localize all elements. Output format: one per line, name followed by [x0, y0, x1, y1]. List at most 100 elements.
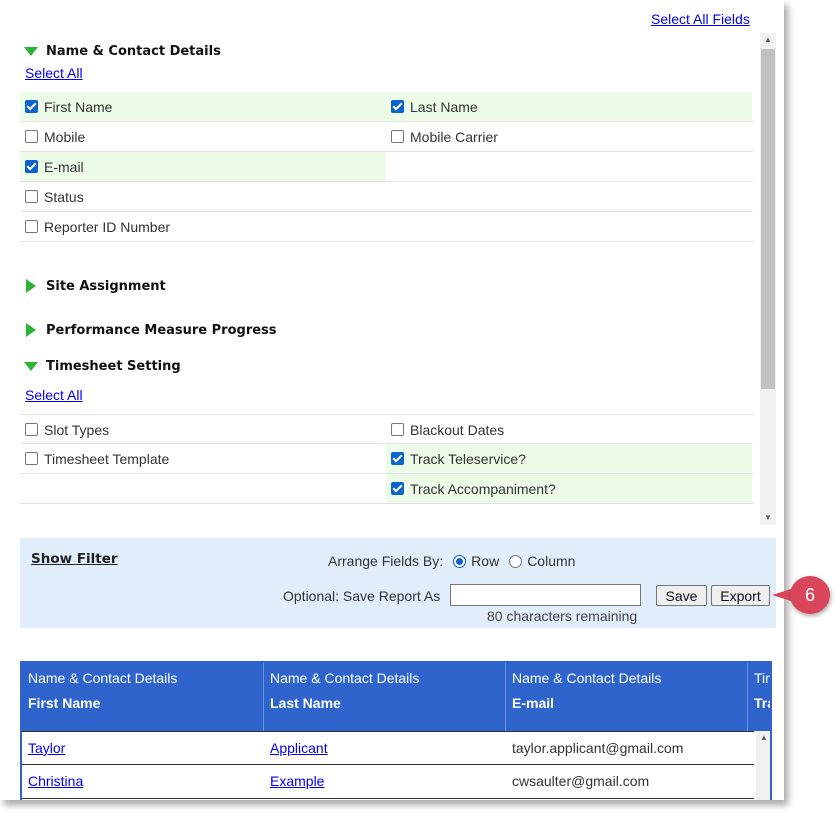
- field-mobile[interactable]: Mobile: [20, 122, 386, 151]
- section-title: Name & Contact Details: [46, 43, 221, 59]
- arrange-label: Arrange Fields By:: [328, 553, 444, 569]
- filter-bar: Show Filter Arrange Fields By: Row Colum…: [20, 538, 776, 628]
- last-name-link[interactable]: Example: [270, 773, 324, 789]
- field-row: Slot Types Blackout Dates: [20, 414, 753, 444]
- step-callout-badge: 6: [790, 576, 830, 614]
- column-header: Name & Contact Details E-mail: [506, 663, 748, 731]
- column-group: Name & Contact Details: [512, 670, 662, 686]
- table-cell: Christina: [22, 765, 264, 798]
- scrollbar-thumb[interactable]: [761, 49, 775, 389]
- checkbox-icon[interactable]: [391, 423, 404, 436]
- field-label: Track Teleservice?: [410, 450, 526, 467]
- field-label: First Name: [44, 98, 113, 115]
- field-label: Blackout Dates: [410, 421, 505, 438]
- column-header: Name & Contact Details Last Name: [264, 663, 506, 731]
- field-label: Track Accompaniment?: [410, 480, 556, 497]
- column-field: Tra: [754, 695, 770, 711]
- field-label: Mobile Carrier: [410, 128, 498, 145]
- collapse-triangle-icon: [24, 361, 40, 371]
- scroll-up-arrow-icon[interactable]: ▲: [760, 33, 776, 47]
- table-header: Name & Contact Details First Name Name &…: [22, 663, 770, 731]
- fields-area: Name & Contact Details Select All First …: [0, 30, 760, 526]
- checkbox-checked-icon[interactable]: [25, 160, 38, 173]
- checkbox-icon[interactable]: [25, 190, 38, 203]
- field-label: Reporter ID Number: [44, 218, 171, 235]
- field-track-teleservice[interactable]: Track Teleservice?: [386, 444, 752, 473]
- scroll-up-arrow-icon[interactable]: ▲: [756, 731, 770, 745]
- first-name-link[interactable]: Taylor: [28, 740, 65, 756]
- field-status[interactable]: Status: [20, 182, 386, 211]
- field-label: E-mail: [44, 158, 84, 175]
- checkbox-icon[interactable]: [25, 220, 38, 233]
- report-builder-panel: Select All Fields Name & Contact Details…: [0, 0, 784, 800]
- section-header-timesheet[interactable]: Timesheet Setting: [24, 356, 181, 376]
- select-all-name-contact-link[interactable]: Select All: [25, 65, 83, 81]
- column-group: Name & Contact Details: [28, 670, 178, 686]
- save-report-input[interactable]: [450, 584, 641, 606]
- save-report-label: Optional: Save Report As: [283, 588, 441, 604]
- field-row: Reporter ID Number: [20, 212, 753, 242]
- radio-column-label[interactable]: Column: [527, 553, 575, 569]
- section-title: Timesheet Setting: [46, 358, 181, 374]
- table-cell: taylor.applicant@gmail.com: [512, 740, 684, 756]
- field-mobile-carrier[interactable]: Mobile Carrier: [386, 122, 752, 151]
- checkbox-checked-icon[interactable]: [391, 100, 404, 113]
- section-header-performance[interactable]: Performance Measure Progress: [24, 320, 277, 340]
- checkbox-checked-icon[interactable]: [25, 100, 38, 113]
- field-row: Mobile Mobile Carrier: [20, 122, 753, 152]
- checkbox-icon[interactable]: [25, 130, 38, 143]
- show-filter-link[interactable]: Show Filter: [31, 551, 118, 567]
- results-table: Name & Contact Details First Name Name &…: [20, 661, 772, 800]
- table-cell: Example: [264, 765, 506, 798]
- save-button[interactable]: Save: [656, 585, 707, 606]
- field-label: Slot Types: [44, 421, 110, 438]
- radio-row-selected[interactable]: [453, 554, 467, 568]
- expand-triangle-icon: [24, 323, 40, 337]
- field-row: E-mail: [20, 152, 753, 182]
- select-all-timesheet-link[interactable]: Select All: [25, 387, 83, 403]
- column-field: Last Name: [270, 695, 341, 711]
- field-label: Mobile: [44, 128, 86, 145]
- characters-remaining: 80 characters remaining: [487, 608, 638, 624]
- column-group: Tim: [754, 670, 770, 686]
- checkbox-checked-icon[interactable]: [391, 452, 404, 465]
- scroll-down-arrow-icon[interactable]: ▼: [760, 511, 776, 525]
- field-row: Track Accompaniment?: [20, 474, 753, 504]
- collapse-triangle-icon: [24, 46, 40, 56]
- column-field: E-mail: [512, 695, 555, 711]
- field-blackout-dates[interactable]: Blackout Dates: [386, 415, 752, 444]
- expand-triangle-icon: [24, 279, 40, 293]
- section-header-name-contact[interactable]: Name & Contact Details: [24, 41, 221, 61]
- checkbox-checked-icon[interactable]: [391, 482, 404, 495]
- table-row: Taylor Applicant taylor.applicant@gmail.…: [22, 731, 754, 765]
- field-label: Last Name: [410, 98, 478, 115]
- checkbox-icon[interactable]: [25, 423, 38, 436]
- checkbox-icon[interactable]: [391, 130, 404, 143]
- field-reporter-id[interactable]: Reporter ID Number: [20, 212, 386, 241]
- field-track-accompaniment[interactable]: Track Accompaniment?: [386, 474, 752, 503]
- radio-row-label[interactable]: Row: [471, 553, 499, 569]
- select-all-fields-link[interactable]: Select All Fields: [651, 11, 750, 27]
- table-row: Christina Example cwsaulter@gmail.com: [22, 765, 754, 799]
- field-timesheet-template[interactable]: Timesheet Template: [20, 444, 386, 473]
- first-name-link[interactable]: Christina: [28, 773, 83, 789]
- column-header: Name & Contact Details First Name: [22, 663, 264, 731]
- table-cell: Taylor: [22, 732, 264, 764]
- field-row: Timesheet Template Track Teleservice?: [20, 444, 753, 474]
- table-cell: Applicant: [264, 732, 506, 764]
- radio-column[interactable]: [509, 554, 523, 568]
- checkbox-icon[interactable]: [25, 452, 38, 465]
- column-header: Tim Tra: [748, 663, 770, 731]
- field-first-name[interactable]: First Name: [20, 92, 386, 121]
- last-name-link[interactable]: Applicant: [270, 740, 328, 756]
- fields-scrollbar[interactable]: ▲ ▼: [760, 33, 776, 525]
- field-slot-types[interactable]: Slot Types: [20, 415, 386, 444]
- export-button[interactable]: Export: [711, 585, 770, 606]
- field-row: First Name Last Name: [20, 92, 753, 122]
- field-last-name[interactable]: Last Name: [386, 92, 752, 121]
- table-scrollbar[interactable]: ▲: [756, 731, 770, 800]
- column-field: First Name: [28, 695, 101, 711]
- field-email[interactable]: E-mail: [20, 152, 386, 181]
- table-cell: cwsaulter@gmail.com: [512, 773, 650, 789]
- section-header-site-assignment[interactable]: Site Assignment: [24, 276, 166, 296]
